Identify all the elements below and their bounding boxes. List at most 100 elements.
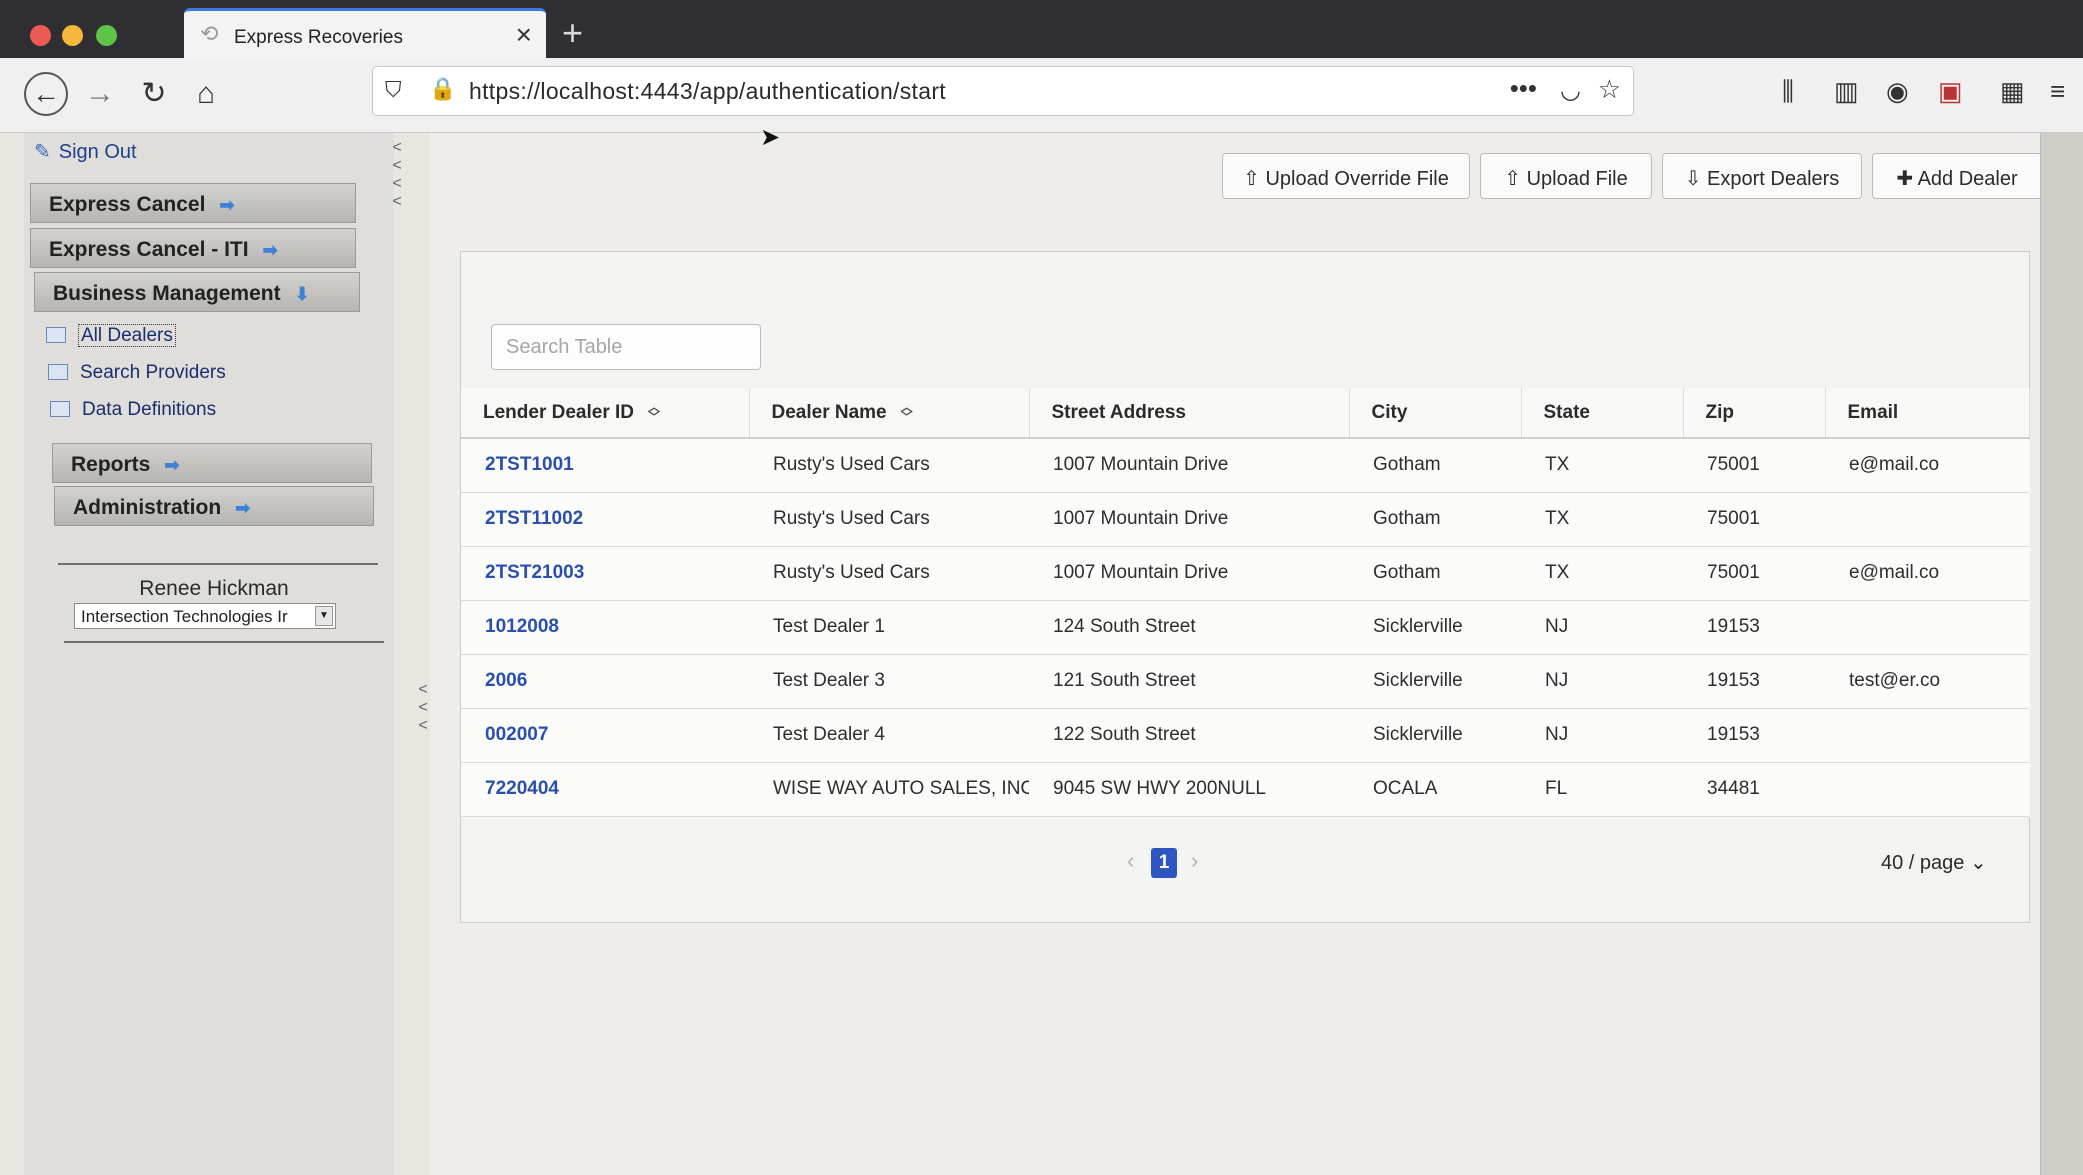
column-label: Dealer Name: [771, 401, 887, 423]
sort-icon[interactable]: ︿ ﹀: [648, 401, 660, 423]
table-row[interactable]: 2TST21003 Rusty's Used Cars 1007 Mountai…: [461, 546, 2029, 601]
dealer-id-link[interactable]: 002007: [461, 708, 749, 763]
table-row[interactable]: 1012008 Test Dealer 1 124 South Street S…: [461, 600, 2029, 655]
add-dealer-button[interactable]: ✚ Add Dealer: [1872, 153, 2042, 199]
column-header-city[interactable]: City: [1349, 388, 1522, 439]
sidebar-toggle-icon[interactable]: ▥: [1834, 76, 1859, 107]
mouse-cursor-icon: ➤: [760, 124, 781, 151]
street-address-cell: 124 South Street: [1029, 600, 1349, 655]
button-label: Export Dealers: [1707, 168, 1840, 190]
upload-override-file-button[interactable]: ⇧ Upload Override File: [1222, 153, 1470, 199]
url-text[interactable]: https://localhost:4443/app/authenticatio…: [469, 78, 946, 105]
email-cell: e@mail.co: [1825, 546, 2029, 601]
section-administration[interactable]: Administration ➡: [54, 486, 374, 526]
table-row[interactable]: 2TST1001 Rusty's Used Cars 1007 Mountain…: [461, 438, 2029, 493]
close-window-button[interactable]: [30, 25, 51, 46]
sidebar-item-search-providers[interactable]: Search Providers: [48, 362, 226, 384]
sidebar-item-label: Data Definitions: [82, 399, 217, 420]
dealer-id-link[interactable]: 7220404: [461, 762, 749, 817]
chevron-down-icon: ⌄: [1969, 852, 1987, 874]
section-express-cancel[interactable]: Express Cancel ➡: [30, 183, 356, 223]
street-address-cell: 1007 Mountain Drive: [1029, 438, 1349, 493]
insecure-lock-icon[interactable]: 🔒: [429, 76, 456, 102]
sort-icon[interactable]: ︿ ﹀: [901, 401, 913, 423]
column-label: Zip: [1705, 401, 1735, 423]
upload-icon: ⇧: [1504, 168, 1527, 190]
column-header-state[interactable]: State: [1521, 388, 1684, 439]
page-number-button[interactable]: 1: [1151, 848, 1177, 878]
dropdown-arrow-icon[interactable]: ▼: [315, 606, 333, 626]
state-cell: TX: [1521, 438, 1683, 493]
divider: [64, 641, 384, 643]
back-button[interactable]: ←: [24, 72, 68, 116]
tracking-shield-icon[interactable]: ⛉: [385, 77, 402, 103]
search-table-input[interactable]: [491, 324, 761, 370]
section-reports[interactable]: Reports ➡: [52, 443, 372, 483]
dealer-id-link[interactable]: 2TST21003: [461, 546, 749, 601]
column-header-street-address[interactable]: Street Address: [1029, 388, 1350, 439]
section-business-management[interactable]: Business Management ⬇: [34, 272, 360, 312]
previous-page-icon[interactable]: ‹: [1127, 848, 1134, 874]
city-cell: Sicklerville: [1349, 708, 1521, 763]
cors-extension-icon[interactable]: ▣: [1938, 76, 1963, 107]
upload-file-button[interactable]: ⇧ Upload File: [1480, 153, 1652, 199]
close-tab-icon[interactable]: ×: [516, 19, 532, 51]
address-bar[interactable]: ⛉ 🔒 https://localhost:4443/app/authentic…: [372, 66, 1634, 116]
dealer-name-cell: Rusty's Used Cars: [749, 438, 1029, 493]
forward-button[interactable]: →: [78, 72, 122, 116]
next-page-icon[interactable]: ›: [1191, 848, 1198, 874]
dealer-id-link[interactable]: 2TST11002: [461, 492, 749, 547]
pocket-icon[interactable]: ◡: [1560, 76, 1581, 105]
column-label: Street Address: [1051, 401, 1186, 423]
menu-hamburger-icon[interactable]: ≡: [2050, 76, 2065, 107]
column-header-lender-dealer-id[interactable]: Lender Dealer ID ︿ ﹀: [461, 388, 750, 439]
dealer-id-link[interactable]: 1012008: [461, 600, 749, 655]
site-favicon-icon: ⟲: [200, 21, 219, 46]
plus-icon: ✚: [1896, 168, 1918, 190]
sidebar-collapse-handle[interactable]: < < < <: [386, 133, 408, 1175]
column-header-email[interactable]: Email: [1825, 388, 2030, 439]
dealer-name-cell: WISE WAY AUTO SALES, INC.: [749, 762, 1029, 817]
zip-cell: 19153: [1683, 654, 1825, 709]
column-header-dealer-name[interactable]: Dealer Name ︿ ﹀: [749, 388, 1030, 439]
section-express-cancel-iti[interactable]: Express Cancel - ITI ➡: [30, 228, 356, 268]
reload-button[interactable]: ↻: [132, 72, 176, 116]
table-row[interactable]: 002007 Test Dealer 4 122 South Street Si…: [461, 708, 2029, 763]
table-icon: [50, 401, 70, 417]
zoom-window-button[interactable]: [96, 25, 117, 46]
dealer-id-link[interactable]: 2006: [461, 654, 749, 709]
browser-tab[interactable]: ⟲ Express Recoveries ×: [184, 8, 546, 58]
arrow-right-icon: ➡: [235, 498, 251, 518]
state-cell: TX: [1521, 546, 1683, 601]
new-tab-button[interactable]: +: [562, 12, 583, 54]
bookmark-star-icon[interactable]: ☆: [1598, 74, 1621, 105]
table-row[interactable]: 7220404 WISE WAY AUTO SALES, INC. 9045 S…: [461, 762, 2029, 817]
column-header-zip[interactable]: Zip: [1683, 388, 1826, 439]
library-icon[interactable]: ⫼: [1782, 76, 1794, 108]
zip-cell: 19153: [1683, 600, 1825, 655]
dealer-name-cell: Rusty's Used Cars: [749, 546, 1029, 601]
home-button[interactable]: ⌂: [184, 72, 228, 116]
section-label: Express Cancel: [49, 193, 206, 216]
account-icon[interactable]: ◉: [1886, 76, 1909, 107]
extensions-icon[interactable]: ▦: [2000, 76, 2025, 107]
dealer-id-link[interactable]: 2TST1001: [461, 438, 749, 493]
table-header-row: Lender Dealer ID ︿ ﹀ Dealer Name ︿ ﹀ Street …: [461, 388, 2030, 439]
table-row[interactable]: 2TST11002 Rusty's Used Cars 1007 Mountai…: [461, 492, 2029, 547]
section-label: Administration: [73, 496, 222, 519]
organization-select[interactable]: Intersection Technologies Ir ▼: [74, 603, 336, 629]
browser-nav-bar: ← → ↻ ⌂ ⛉ 🔒 https://localhost:4443/app/a…: [0, 58, 2083, 133]
section-label: Business Management: [53, 282, 281, 305]
street-address-cell: 9045 SW HWY 200NULL: [1029, 762, 1349, 817]
export-dealers-button[interactable]: ⇩ Export Dealers: [1662, 153, 1862, 199]
table-row[interactable]: 2006 Test Dealer 3 121 South Street Sick…: [461, 654, 2029, 709]
minimize-window-button[interactable]: [62, 25, 83, 46]
page-size-select[interactable]: 40 / page ⌄: [1881, 850, 1987, 875]
sign-out-link[interactable]: ✎ Sign Out: [34, 139, 137, 164]
divider: [58, 563, 378, 565]
page-actions-more-icon[interactable]: •••: [1510, 73, 1537, 104]
sidebar-item-data-definitions[interactable]: Data Definitions: [50, 399, 216, 421]
email-cell: [1825, 600, 2029, 655]
button-label: Upload Override File: [1265, 168, 1449, 190]
sidebar-item-all-dealers[interactable]: All Dealers: [46, 324, 176, 347]
